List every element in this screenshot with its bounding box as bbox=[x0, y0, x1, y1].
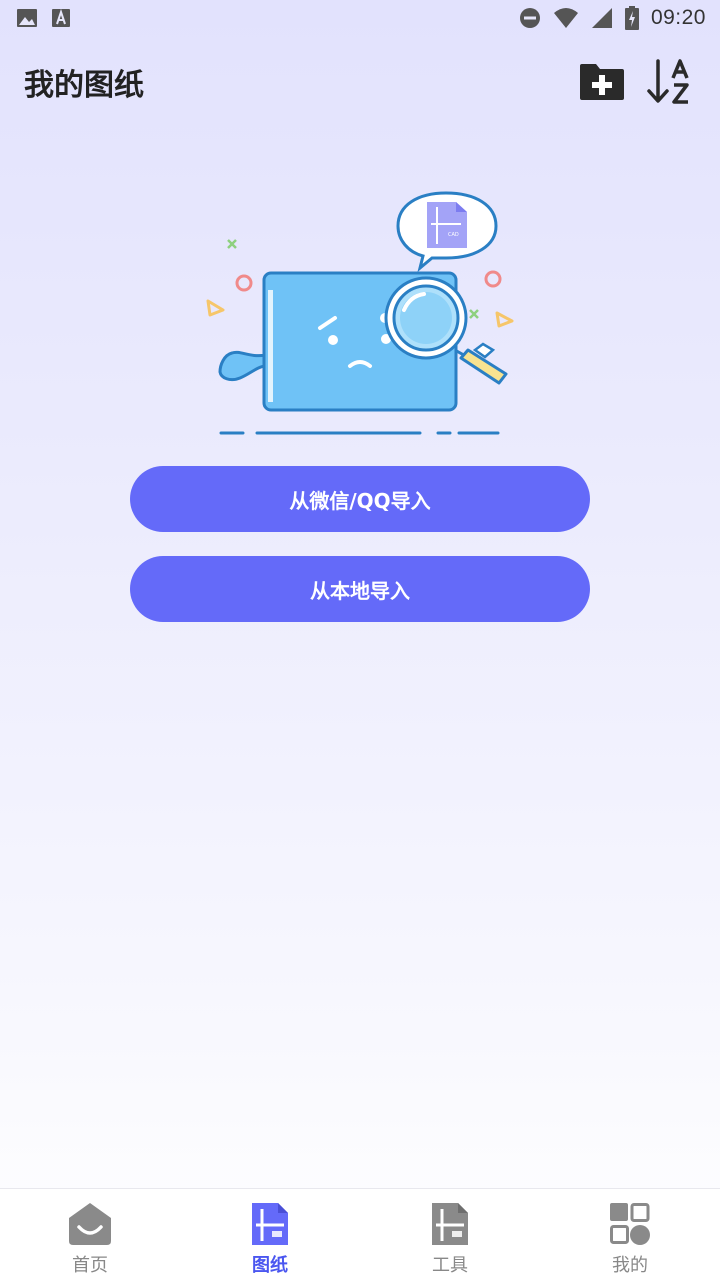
import-from-wechat-qq-label: 从微信/QQ导入 bbox=[289, 488, 431, 513]
cad-badge-text: CAD bbox=[448, 232, 459, 238]
import-from-wechat-qq-button[interactable]: 从微信/QQ导入 bbox=[130, 466, 590, 532]
home-icon bbox=[69, 1203, 111, 1245]
empty-state-illustration: CAD bbox=[200, 180, 530, 450]
sparkle-cross-icon bbox=[227, 239, 237, 249]
do-not-disturb-icon bbox=[519, 8, 540, 28]
tab-profile[interactable]: 我的 bbox=[540, 1189, 720, 1281]
tools-icon bbox=[432, 1203, 468, 1245]
import-from-local-label: 从本地导入 bbox=[310, 578, 410, 603]
import-from-local-button[interactable]: 从本地导入 bbox=[130, 556, 590, 622]
sparkle-cross-icon-right bbox=[469, 309, 479, 319]
ring-icon bbox=[235, 274, 253, 292]
tab-tools[interactable]: 工具 bbox=[360, 1189, 540, 1281]
new-folder-icon bbox=[580, 64, 624, 100]
tab-home[interactable]: 首页 bbox=[0, 1189, 180, 1281]
wifi-icon bbox=[553, 8, 578, 28]
tab-tools-label: 工具 bbox=[432, 1255, 468, 1276]
tab-home-label: 首页 bbox=[72, 1255, 108, 1276]
ring-icon-right bbox=[484, 270, 502, 288]
tab-drawings[interactable]: 图纸 bbox=[180, 1189, 360, 1281]
triangle-icon bbox=[206, 299, 225, 317]
drawing-icon bbox=[252, 1203, 288, 1245]
triangle-icon-right bbox=[495, 311, 514, 328]
sort-az-icon bbox=[647, 59, 689, 104]
status-bar-left bbox=[16, 7, 72, 29]
image-icon bbox=[17, 9, 37, 27]
status-time: 09:20 bbox=[650, 6, 706, 29]
app-bar-actions bbox=[578, 58, 694, 106]
empty-state-magnifier-illustration: CAD bbox=[206, 191, 514, 435]
bottom-tab-bar: 首页 图纸 工具 我的 bbox=[0, 1188, 720, 1281]
app-bar: 我的图纸 bbox=[0, 44, 720, 120]
tab-drawings-label: 图纸 bbox=[252, 1255, 288, 1276]
battery-charging-icon bbox=[624, 6, 639, 30]
new-folder-button[interactable] bbox=[578, 62, 626, 102]
page-title: 我的图纸 bbox=[24, 68, 144, 103]
profile-grid-icon bbox=[610, 1203, 650, 1245]
status-bar: 09:20 bbox=[0, 0, 720, 36]
signal-icon bbox=[591, 8, 612, 28]
sort-az-button[interactable] bbox=[646, 58, 694, 106]
tab-profile-label: 我的 bbox=[612, 1255, 648, 1276]
a-letter-icon bbox=[52, 8, 70, 27]
status-bar-right: 09:20 bbox=[519, 6, 706, 30]
